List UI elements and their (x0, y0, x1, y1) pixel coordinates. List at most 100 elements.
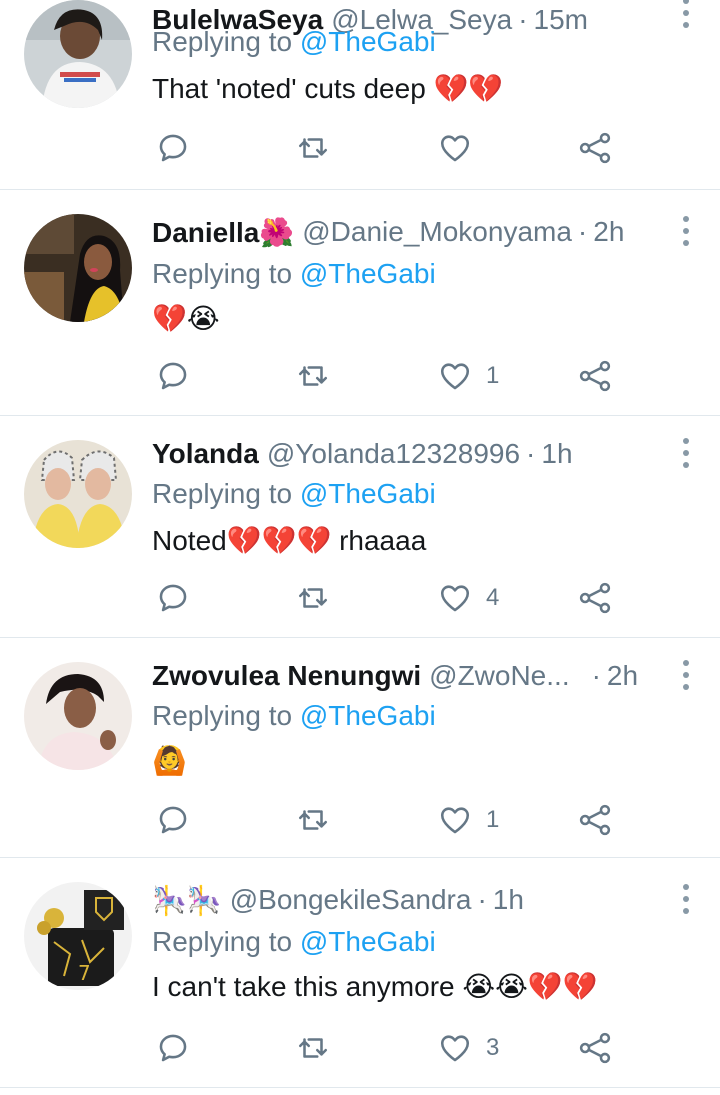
tweet-text: Noted💔💔💔 rhaaaa (152, 525, 427, 556)
like-count: 4 (486, 584, 500, 611)
user-handle[interactable]: @BongekileSandra (230, 884, 472, 916)
separator: · (477, 884, 487, 915)
retweet-button[interactable] (296, 800, 330, 840)
heart-icon (438, 581, 472, 615)
share-icon (578, 581, 612, 615)
more-vertical-icon[interactable] (682, 884, 690, 914)
tweet-text: 💔😭 (152, 303, 220, 334)
retweet-icon (296, 359, 330, 393)
tweet-header: Daniella🌺 @Danie_Mokonyama · 2h (152, 212, 624, 252)
display-name[interactable]: Zwovulea Nenungwi (152, 660, 421, 692)
avatar[interactable] (24, 0, 132, 108)
timestamp[interactable]: 15m (534, 4, 588, 36)
share-button[interactable] (578, 800, 612, 840)
reply-button[interactable] (156, 800, 190, 840)
reply-icon (156, 803, 190, 837)
avatar-image (24, 662, 132, 770)
like-button[interactable]: 4 (438, 578, 499, 618)
avatar-image (24, 214, 132, 322)
avatar[interactable]: 7 (24, 882, 132, 990)
timestamp[interactable]: 2h (593, 216, 624, 248)
avatar-image (24, 0, 132, 108)
display-name[interactable]: Yolanda (152, 438, 259, 470)
more-vertical-icon[interactable] (682, 216, 690, 246)
tweet-text: 🙆 (152, 745, 187, 776)
more-vertical-icon[interactable] (682, 660, 690, 690)
timestamp[interactable]: 1h (541, 438, 572, 470)
like-button[interactable]: 3 (438, 1028, 499, 1068)
timestamp[interactable]: 2h (607, 660, 638, 692)
reply-button[interactable] (156, 578, 190, 618)
share-button[interactable] (578, 356, 612, 396)
more-vertical-icon[interactable] (682, 0, 690, 28)
avatar-image: 7 (24, 882, 132, 990)
user-handle[interactable]: @ZwoNe... (429, 660, 569, 692)
share-button[interactable] (578, 578, 612, 618)
like-button[interactable] (438, 128, 486, 168)
share-button[interactable] (578, 128, 612, 168)
mention-link[interactable]: @TheGabi (300, 700, 436, 731)
replying-to: Replying to @TheGabi (152, 258, 436, 290)
mention-link[interactable]: @TheGabi (300, 26, 436, 57)
reply-icon (156, 1031, 190, 1065)
avatar[interactable] (24, 662, 132, 770)
separator: · (526, 438, 536, 469)
tweet-header: Yolanda @Yolanda12328996 · 1h (152, 434, 573, 474)
share-icon (578, 359, 612, 393)
share-icon (578, 131, 612, 165)
replying-prefix: Replying to (152, 258, 300, 289)
tweet[interactable]: Yolanda @Yolanda12328996 · 1h Replying t… (0, 416, 720, 638)
user-handle[interactable]: @Yolanda12328996 (267, 438, 520, 470)
like-count: 1 (486, 362, 500, 389)
separator: · (518, 4, 528, 35)
display-name[interactable]: Daniella🌺 (152, 216, 294, 249)
retweet-icon (296, 131, 330, 165)
separator: · (591, 660, 601, 691)
retweet-button[interactable] (296, 356, 330, 396)
retweet-button[interactable] (296, 578, 330, 618)
tweet-header: 🎠🎠 @BongekileSandra · 1h (152, 880, 524, 920)
reply-button[interactable] (156, 1028, 190, 1068)
mention-link[interactable]: @TheGabi (300, 478, 436, 509)
avatar[interactable] (24, 440, 132, 548)
tweet[interactable]: Daniella🌺 @Danie_Mokonyama · 2h Replying… (0, 190, 720, 416)
display-name[interactable]: 🎠🎠 (152, 884, 222, 917)
avatar-image (24, 440, 132, 548)
reply-button[interactable] (156, 356, 190, 396)
reply-icon (156, 581, 190, 615)
like-count: 1 (486, 806, 500, 833)
like-button[interactable]: 1 (438, 800, 499, 840)
user-handle[interactable]: @Danie_Mokonyama (302, 216, 572, 248)
replying-to: Replying to @TheGabi (152, 926, 436, 958)
tweet[interactable]: 7 🎠🎠 @BongekileSandra · 1h Replying to @… (0, 858, 720, 1088)
share-icon (578, 803, 612, 837)
reply-icon (156, 131, 190, 165)
heart-icon (438, 131, 472, 165)
retweet-button[interactable] (296, 128, 330, 168)
retweet-icon (296, 1031, 330, 1065)
reply-button[interactable] (156, 128, 190, 168)
share-icon (578, 1031, 612, 1065)
replying-prefix: Replying to (152, 478, 300, 509)
tweet-header: Zwovulea Nenungwi @ZwoNe... · 2h (152, 656, 638, 696)
separator: · (577, 216, 588, 247)
avatar[interactable] (24, 214, 132, 322)
replying-prefix: Replying to (152, 700, 300, 731)
share-button[interactable] (578, 1028, 612, 1068)
timestamp[interactable]: 1h (493, 884, 524, 916)
svg-text:7: 7 (78, 961, 91, 985)
heart-icon (438, 359, 472, 393)
replying-prefix: Replying to (152, 26, 300, 57)
tweet-text: That 'noted' cuts deep 💔💔 (152, 73, 504, 104)
retweet-button[interactable] (296, 1028, 330, 1068)
replying-to: Replying to @TheGabi (152, 700, 436, 732)
tweet[interactable]: Zwovulea Nenungwi @ZwoNe... · 2h Replyin… (0, 638, 720, 858)
tweet[interactable]: BulelwaSeya @Lelwa_Seya · 15m Replying t… (0, 0, 720, 190)
like-button[interactable]: 1 (438, 356, 499, 396)
mention-link[interactable]: @TheGabi (300, 258, 436, 289)
retweet-icon (296, 803, 330, 837)
reply-icon (156, 359, 190, 393)
replying-prefix: Replying to (152, 926, 300, 957)
more-vertical-icon[interactable] (682, 438, 690, 468)
mention-link[interactable]: @TheGabi (300, 926, 436, 957)
